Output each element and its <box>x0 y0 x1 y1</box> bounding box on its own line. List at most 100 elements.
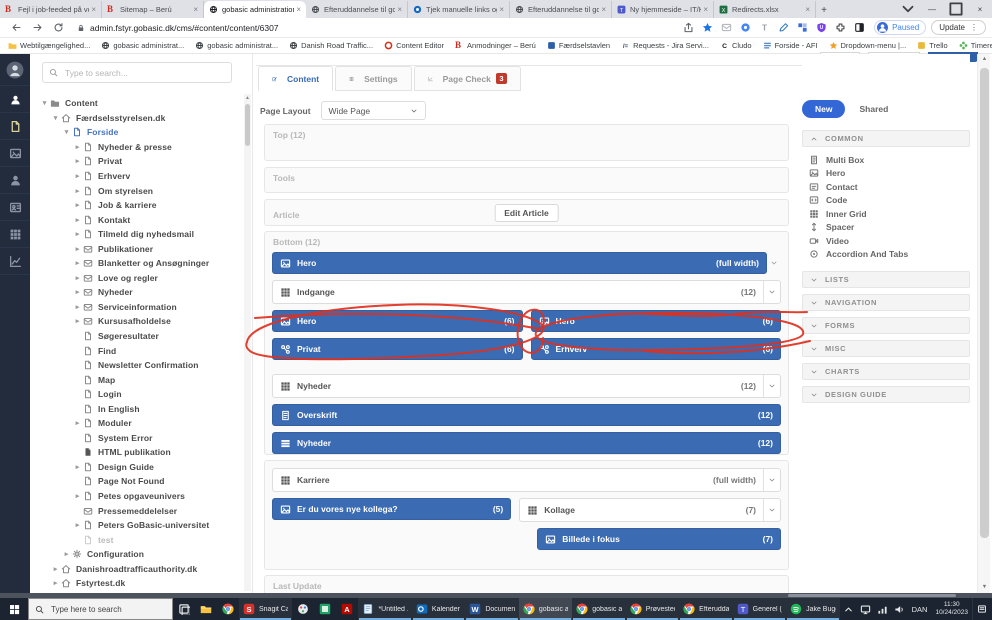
library-section-header[interactable]: COMMON <box>802 130 970 147</box>
tree-expand-arrow[interactable]: ▸ <box>73 419 82 427</box>
tree-expand-arrow[interactable]: ▸ <box>73 187 82 195</box>
taskbar-app-button[interactable] <box>195 598 217 620</box>
tree-item[interactable]: Page Not Found <box>36 474 241 489</box>
library-section-header[interactable]: NAVIGATION <box>802 294 970 311</box>
bookmark-item[interactable]: C Cludo <box>720 41 752 50</box>
chevron-down-icon[interactable] <box>763 469 780 491</box>
tree-expand-arrow[interactable]: ▸ <box>73 216 82 224</box>
tree-item[interactable]: ▸ Publikationer <box>36 241 241 256</box>
tree-item[interactable]: ▸ Peters GoBasic-universitet <box>36 518 241 533</box>
last-update-section[interactable]: Last Update <box>264 575 789 595</box>
bookmark-item[interactable]: B Anmodninger – Berú <box>455 41 536 50</box>
group-nyheder[interactable]: Nyheder (12) <box>272 374 781 398</box>
tree-expand-arrow[interactable]: ▾ <box>51 114 60 122</box>
tab-close-icon[interactable]: × <box>499 5 504 14</box>
tree-item[interactable]: ▸ Blanketter og Ansøgninger <box>36 256 241 271</box>
tree-item[interactable]: Login <box>36 387 241 402</box>
tree-expand-arrow[interactable]: ▸ <box>62 550 71 558</box>
library-item[interactable]: Spacer <box>802 221 970 235</box>
tree-item[interactable]: ▸ Configuration <box>36 547 241 562</box>
tree-expand-arrow[interactable]: ▸ <box>73 230 82 238</box>
taskbar-app-button[interactable]: Prøvested... <box>626 598 679 620</box>
chevron-down-icon[interactable] <box>763 499 780 521</box>
taskbar-app-button[interactable] <box>173 598 195 620</box>
tree-expand-arrow[interactable]: ▾ <box>62 128 71 136</box>
tree-expand-arrow[interactable]: ▸ <box>73 317 82 325</box>
scroll-up-icon[interactable]: ▲ <box>978 54 991 65</box>
language-indicator[interactable]: DAN <box>912 605 928 614</box>
tree-item[interactable]: test <box>36 532 241 547</box>
rail-item[interactable] <box>0 167 30 194</box>
rail-item[interactable] <box>0 113 30 140</box>
tree-item[interactable]: ▸ Kursusafholdelse <box>36 314 241 329</box>
bookmark-item[interactable]: Trello <box>917 41 947 50</box>
address-bar[interactable]: admin.fstyr.gobasic.dk/cms/#content/cont… <box>69 20 629 35</box>
group-indgange[interactable]: Indgange (12) <box>272 280 781 304</box>
tree-scrollbar[interactable]: ▲ <box>244 94 251 591</box>
tree-item[interactable]: ▸ Fstyrtest.dk <box>36 576 241 591</box>
darkmode-icon[interactable] <box>854 22 865 33</box>
mail-ext-icon[interactable] <box>721 22 732 33</box>
taskbar-app-button[interactable]: T Generel (... <box>733 598 786 620</box>
browser-tab[interactable]: X Redirects.xlsx × <box>714 1 816 18</box>
action-center-icon[interactable] <box>972 598 990 620</box>
tools-section[interactable]: Tools <box>264 167 789 193</box>
bookmark-item[interactable]: /= Requests - Jira Servi... <box>621 41 709 50</box>
t-ext-icon[interactable]: T <box>759 22 770 33</box>
update-button[interactable]: Update ⋮ <box>931 20 986 35</box>
browser-tab[interactable]: gobasic administration × <box>204 1 306 18</box>
tree-search[interactable] <box>42 62 232 83</box>
main-tab[interactable]: Settings <box>335 66 412 91</box>
tree-item[interactable]: ▸ Serviceinformation <box>36 300 241 315</box>
tab-close-icon[interactable]: × <box>703 5 708 14</box>
widget-hero-right[interactable]: Hero (6) <box>531 310 782 332</box>
close-button[interactable]: × <box>968 0 992 18</box>
rail-item[interactable] <box>0 248 30 275</box>
chevron-up-icon[interactable] <box>843 604 854 615</box>
bookmark-item[interactable]: Færdselstavlen <box>547 41 610 50</box>
taskbar-app-button[interactable]: Efterudda... <box>679 598 732 620</box>
volume-icon[interactable] <box>894 604 905 615</box>
library-item[interactable]: Hero <box>802 167 970 181</box>
main-tab[interactable]: Page Check 3 <box>414 66 521 91</box>
tree-scrollbar-thumb[interactable] <box>245 104 250 146</box>
tree-item[interactable]: ▸ Job & karriere <box>36 198 241 213</box>
tree-item[interactable]: ▸ Love og regler <box>36 271 241 286</box>
tree-expand-arrow[interactable]: ▸ <box>51 579 60 587</box>
new-tab-button[interactable]: + <box>816 2 832 18</box>
top-section[interactable]: Top (12) <box>264 124 789 161</box>
taskbar-search[interactable] <box>28 598 173 620</box>
library-section-header[interactable]: FORMS <box>802 317 970 334</box>
tab-list-chevron-icon[interactable] <box>896 0 920 18</box>
tree-item[interactable]: In English <box>36 401 241 416</box>
tree-expand-arrow[interactable]: ▸ <box>73 143 82 151</box>
tree-expand-arrow[interactable]: ▾ <box>40 99 49 107</box>
tree-item[interactable]: Pressemeddelelser <box>36 503 241 518</box>
taskbar-app-button[interactable] <box>314 598 336 620</box>
tree-item[interactable]: ▸ Petes opgaveunivers <box>36 489 241 504</box>
chevron-down-icon[interactable] <box>763 281 780 303</box>
bookmark-item[interactable]: Timeregistering <box>959 41 992 50</box>
group-karriere[interactable]: Karriere (full width) <box>272 468 781 492</box>
tree-expand-arrow[interactable]: ▸ <box>73 157 82 165</box>
tab-close-icon[interactable]: × <box>397 5 402 14</box>
gear-ext-icon[interactable] <box>740 22 751 33</box>
tree-item[interactable]: Newsletter Confirmation <box>36 358 241 373</box>
taskbar-app-button[interactable]: S Snagit Ca... <box>239 598 292 620</box>
tab-close-icon[interactable]: × <box>805 5 810 14</box>
ublock-icon[interactable]: U <box>816 22 827 33</box>
tree-item[interactable]: ▾ Færdselsstyrelsen.dk <box>36 111 241 126</box>
widget-overskrift[interactable]: Overskrift (12) <box>272 404 781 426</box>
widget-kollega[interactable]: Er du vores nye kollega? (5) <box>272 498 511 520</box>
widget-erhverv[interactable]: Erhverv (6) <box>531 338 782 360</box>
tree-item[interactable]: ▸ Design Guide <box>36 460 241 475</box>
taskbar-app-button[interactable]: Kalender -... <box>412 598 465 620</box>
group-kollage[interactable]: Kollage (7) <box>519 498 781 522</box>
taskbar-app-button[interactable]: A <box>336 598 358 620</box>
tree-expand-arrow[interactable]: ▸ <box>73 288 82 296</box>
tree-item[interactable]: Find <box>36 343 241 358</box>
bookmark-item[interactable]: Forside - AFI <box>763 41 818 50</box>
library-section-header[interactable]: CHARTS <box>802 363 970 380</box>
tab-close-icon[interactable]: × <box>193 5 198 14</box>
taskbar-app-button[interactable] <box>292 598 314 620</box>
